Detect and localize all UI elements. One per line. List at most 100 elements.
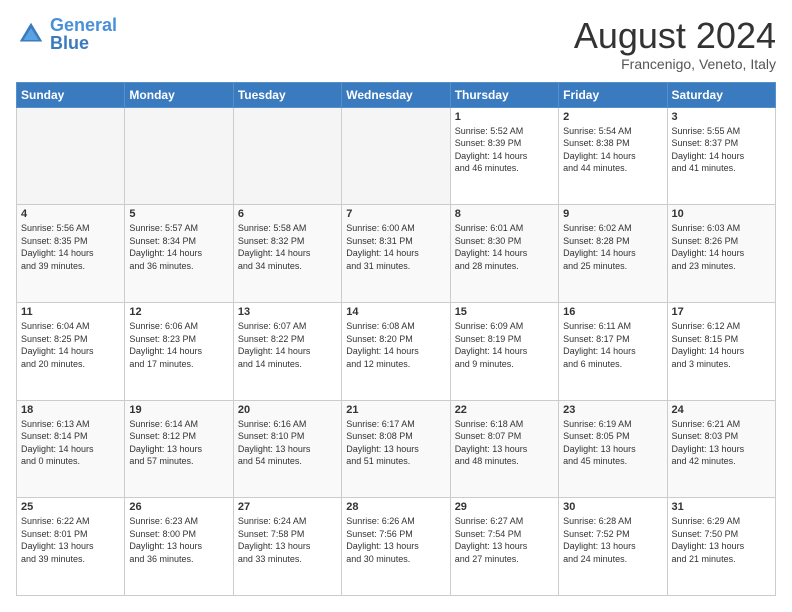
day-info: Sunrise: 6:13 AM Sunset: 8:14 PM Dayligh… xyxy=(21,418,120,468)
day-number: 22 xyxy=(455,404,554,416)
day-info: Sunrise: 6:01 AM Sunset: 8:30 PM Dayligh… xyxy=(455,222,554,272)
day-info: Sunrise: 6:00 AM Sunset: 8:31 PM Dayligh… xyxy=(346,222,445,272)
main-title: August 2024 xyxy=(574,16,776,56)
calendar-cell-w2-d1: 4 Sunrise: 5:56 AM Sunset: 8:35 PM Daylig… xyxy=(17,205,125,303)
day-info: Sunrise: 6:11 AM Sunset: 8:17 PM Dayligh… xyxy=(563,320,662,370)
calendar-cell-w3-d2: 12 Sunrise: 6:06 AM Sunset: 8:23 PM Dayli… xyxy=(125,302,233,400)
day-info: Sunrise: 6:26 AM Sunset: 7:56 PM Dayligh… xyxy=(346,515,445,565)
week-row-3: 11Sunrise: 6:04 AM Sunset: 8:25 PM Dayli… xyxy=(17,302,776,400)
day-number: 3 xyxy=(672,111,771,123)
week-row-1: 1 Sunrise: 5:52 AM Sunset: 8:39 PM Daylig… xyxy=(17,107,776,205)
day-info: Sunrise: 6:06 AM Sunset: 8:23 PM Dayligh… xyxy=(129,320,228,370)
calendar-cell-w3-d7: 17Sunrise: 6:12 AM Sunset: 8:15 PM Dayli… xyxy=(667,302,775,400)
day-number: 21 xyxy=(346,404,445,416)
calendar-cell-w4-d3: 20 Sunrise: 6:16 AM Sunset: 8:10 PM Dayli… xyxy=(233,400,341,498)
calendar-cell-w4-d4: 21Sunrise: 6:17 AM Sunset: 8:08 PM Dayli… xyxy=(342,400,450,498)
calendar-cell-w2-d6: 9Sunrise: 6:02 AM Sunset: 8:28 PM Daylig… xyxy=(559,205,667,303)
day-number: 2 xyxy=(563,111,662,123)
day-number: 31 xyxy=(672,501,771,513)
day-number: 20 xyxy=(238,404,337,416)
calendar-header-row: Sunday Monday Tuesday Wednesday Thursday… xyxy=(17,82,776,107)
day-number: 28 xyxy=(346,501,445,513)
calendar-cell-w1-d2 xyxy=(125,107,233,205)
day-info: Sunrise: 6:09 AM Sunset: 8:19 PM Dayligh… xyxy=(455,320,554,370)
day-number: 30 xyxy=(563,501,662,513)
calendar-cell-w2-d3: 6 Sunrise: 5:58 AM Sunset: 8:32 PM Daylig… xyxy=(233,205,341,303)
day-info: Sunrise: 6:24 AM Sunset: 7:58 PM Dayligh… xyxy=(238,515,337,565)
logo: General Blue xyxy=(16,16,117,52)
col-tuesday: Tuesday xyxy=(233,82,341,107)
day-info: Sunrise: 5:58 AM Sunset: 8:32 PM Dayligh… xyxy=(238,222,337,272)
day-number: 24 xyxy=(672,404,771,416)
day-number: 29 xyxy=(455,501,554,513)
day-info: Sunrise: 6:16 AM Sunset: 8:10 PM Dayligh… xyxy=(238,418,337,468)
calendar-cell-w3-d1: 11Sunrise: 6:04 AM Sunset: 8:25 PM Dayli… xyxy=(17,302,125,400)
calendar-cell-w2-d5: 8 Sunrise: 6:01 AM Sunset: 8:30 PM Daylig… xyxy=(450,205,558,303)
day-number: 8 xyxy=(455,208,554,220)
calendar-table: Sunday Monday Tuesday Wednesday Thursday… xyxy=(16,82,776,596)
day-number: 23 xyxy=(563,404,662,416)
calendar-cell-w1-d6: 2 Sunrise: 5:54 AM Sunset: 8:38 PM Daylig… xyxy=(559,107,667,205)
day-number: 16 xyxy=(563,306,662,318)
calendar-cell-w1-d7: 3Sunrise: 5:55 AM Sunset: 8:37 PM Daylig… xyxy=(667,107,775,205)
calendar-cell-w1-d4 xyxy=(342,107,450,205)
day-info: Sunrise: 5:54 AM Sunset: 8:38 PM Dayligh… xyxy=(563,125,662,175)
day-number: 5 xyxy=(129,208,228,220)
day-number: 10 xyxy=(672,208,771,220)
day-number: 15 xyxy=(455,306,554,318)
logo-text-line2: Blue xyxy=(50,34,117,52)
day-number: 26 xyxy=(129,501,228,513)
day-info: Sunrise: 6:29 AM Sunset: 7:50 PM Dayligh… xyxy=(672,515,771,565)
calendar-cell-w4-d5: 22Sunrise: 6:18 AM Sunset: 8:07 PM Dayli… xyxy=(450,400,558,498)
day-number: 18 xyxy=(21,404,120,416)
calendar-cell-w1-d3 xyxy=(233,107,341,205)
calendar-cell-w5-d1: 25 Sunrise: 6:22 AM Sunset: 8:01 PM Dayli… xyxy=(17,498,125,596)
calendar-cell-w5-d6: 30 Sunrise: 6:28 AM Sunset: 7:52 PM Dayli… xyxy=(559,498,667,596)
calendar-cell-w3-d3: 13 Sunrise: 6:07 AM Sunset: 8:22 PM Dayli… xyxy=(233,302,341,400)
day-number: 25 xyxy=(21,501,120,513)
day-number: 9 xyxy=(563,208,662,220)
day-number: 13 xyxy=(238,306,337,318)
calendar-cell-w2-d2: 5 Sunrise: 5:57 AM Sunset: 8:34 PM Daylig… xyxy=(125,205,233,303)
day-info: Sunrise: 5:52 AM Sunset: 8:39 PM Dayligh… xyxy=(455,125,554,175)
day-info: Sunrise: 6:28 AM Sunset: 7:52 PM Dayligh… xyxy=(563,515,662,565)
day-info: Sunrise: 6:21 AM Sunset: 8:03 PM Dayligh… xyxy=(672,418,771,468)
day-number: 11 xyxy=(21,306,120,318)
day-number: 7 xyxy=(346,208,445,220)
calendar-cell-w5-d3: 27Sunrise: 6:24 AM Sunset: 7:58 PM Dayli… xyxy=(233,498,341,596)
calendar-cell-w5-d2: 26Sunrise: 6:23 AM Sunset: 8:00 PM Dayli… xyxy=(125,498,233,596)
week-row-4: 18 Sunrise: 6:13 AM Sunset: 8:14 PM Dayli… xyxy=(17,400,776,498)
calendar-cell-w3-d6: 16 Sunrise: 6:11 AM Sunset: 8:17 PM Dayli… xyxy=(559,302,667,400)
col-sunday: Sunday xyxy=(17,82,125,107)
day-number: 1 xyxy=(455,111,554,123)
day-info: Sunrise: 6:14 AM Sunset: 8:12 PM Dayligh… xyxy=(129,418,228,468)
day-number: 17 xyxy=(672,306,771,318)
calendar-cell-w3-d5: 15 Sunrise: 6:09 AM Sunset: 8:19 PM Dayli… xyxy=(450,302,558,400)
title-block: August 2024 Francenigo, Veneto, Italy xyxy=(574,16,776,72)
col-friday: Friday xyxy=(559,82,667,107)
calendar-cell-w5-d5: 29 Sunrise: 6:27 AM Sunset: 7:54 PM Dayli… xyxy=(450,498,558,596)
calendar-cell-w2-d7: 10 Sunrise: 6:03 AM Sunset: 8:26 PM Dayli… xyxy=(667,205,775,303)
day-number: 19 xyxy=(129,404,228,416)
day-info: Sunrise: 6:22 AM Sunset: 8:01 PM Dayligh… xyxy=(21,515,120,565)
calendar-cell-w4-d6: 23 Sunrise: 6:19 AM Sunset: 8:05 PM Dayli… xyxy=(559,400,667,498)
col-monday: Monday xyxy=(125,82,233,107)
day-number: 4 xyxy=(21,208,120,220)
page: General Blue August 2024 Francenigo, Ven… xyxy=(0,0,792,612)
col-thursday: Thursday xyxy=(450,82,558,107)
calendar-cell-w4-d1: 18 Sunrise: 6:13 AM Sunset: 8:14 PM Dayli… xyxy=(17,400,125,498)
day-number: 12 xyxy=(129,306,228,318)
day-info: Sunrise: 6:03 AM Sunset: 8:26 PM Dayligh… xyxy=(672,222,771,272)
week-row-5: 25 Sunrise: 6:22 AM Sunset: 8:01 PM Dayli… xyxy=(17,498,776,596)
day-info: Sunrise: 5:56 AM Sunset: 8:35 PM Dayligh… xyxy=(21,222,120,272)
logo-text-line1: General xyxy=(50,16,117,34)
day-info: Sunrise: 6:27 AM Sunset: 7:54 PM Dayligh… xyxy=(455,515,554,565)
subtitle: Francenigo, Veneto, Italy xyxy=(574,56,776,72)
day-info: Sunrise: 6:19 AM Sunset: 8:05 PM Dayligh… xyxy=(563,418,662,468)
day-number: 6 xyxy=(238,208,337,220)
day-info: Sunrise: 5:57 AM Sunset: 8:34 PM Dayligh… xyxy=(129,222,228,272)
calendar-cell-w4-d2: 19 Sunrise: 6:14 AM Sunset: 8:12 PM Dayli… xyxy=(125,400,233,498)
day-info: Sunrise: 6:07 AM Sunset: 8:22 PM Dayligh… xyxy=(238,320,337,370)
logo-icon xyxy=(16,19,46,49)
calendar-cell-w5-d7: 31 Sunrise: 6:29 AM Sunset: 7:50 PM Dayli… xyxy=(667,498,775,596)
